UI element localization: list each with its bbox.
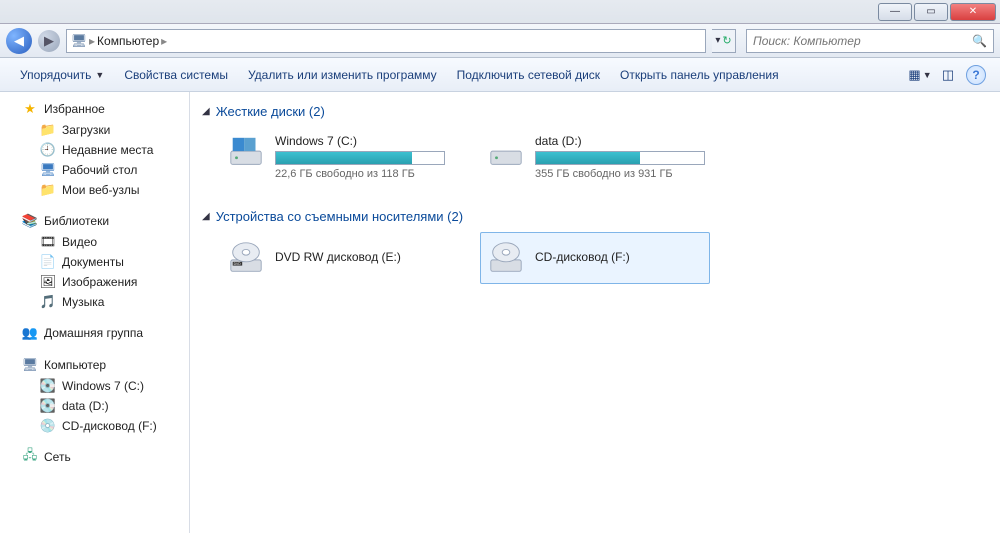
sidebar-item-recent[interactable]: 🕘Недавние места <box>0 140 189 160</box>
homegroup-icon: 👥 <box>22 325 38 341</box>
drive-d[interactable]: data (D:) 355 ГБ свободно из 931 ГБ <box>480 127 710 187</box>
disc-icon: 💿 <box>40 418 56 434</box>
sidebar-item-images[interactable]: 🖼Изображения <box>0 272 189 292</box>
search-box[interactable]: 🔍 <box>746 29 994 53</box>
drive-label: Windows 7 (C:) <box>275 134 445 151</box>
view-options-button[interactable]: ▦▼ <box>909 64 931 86</box>
sidebar-item-downloads[interactable]: 📁Загрузки <box>0 120 189 140</box>
content-pane: ◢ Жесткие диски (2) Windows 7 (C:) 22,6 … <box>190 92 1000 533</box>
breadcrumb-sep: ▸ <box>159 34 169 48</box>
drive-icon: 💽 <box>40 378 56 394</box>
chevron-down-icon: ▼ <box>95 70 104 80</box>
collapse-icon: ◢ <box>202 106 210 117</box>
cd-drive-icon <box>487 239 525 277</box>
libraries-group[interactable]: 📚Библиотеки <box>0 210 189 232</box>
open-control-panel-button[interactable]: Открыть панель управления <box>610 68 789 82</box>
drive-icon: 💽 <box>40 398 56 414</box>
homegroup-item[interactable]: 👥Домашняя группа <box>0 322 189 344</box>
sidebar-item-drive-f[interactable]: 💿CD-дисковод (F:) <box>0 416 189 436</box>
back-button[interactable]: ◀ <box>6 28 32 54</box>
map-network-drive-button[interactable]: Подключить сетевой диск <box>447 68 610 82</box>
folder-icon: 📁 <box>40 122 56 138</box>
window-titlebar: — ▭ ✕ <box>0 0 1000 24</box>
address-bar: ◀ ▶ 🖥 ▸ Компьютер ▸ ▾ ↻ 🔍 <box>0 24 1000 58</box>
network-icon: 🖧 <box>22 449 38 465</box>
help-button[interactable]: ? <box>965 64 987 86</box>
svg-text:DVD: DVD <box>234 262 242 266</box>
help-icon: ? <box>966 65 986 85</box>
command-bar: Упорядочить▼ Свойства системы Удалить ил… <box>0 58 1000 92</box>
computer-icon: 🖥 <box>22 357 38 373</box>
sidebar-item-documents[interactable]: 📄Документы <box>0 252 189 272</box>
breadcrumb-sep: ▸ <box>87 34 97 48</box>
removable-section[interactable]: ◢ Устройства со съемными носителями (2) <box>202 205 988 232</box>
refresh-icon: ↻ <box>722 34 731 47</box>
usage-bar <box>275 151 445 165</box>
close-button[interactable]: ✕ <box>950 3 996 21</box>
music-icon: 🎵 <box>40 294 56 310</box>
hard-drive-icon <box>227 134 265 172</box>
computer-group[interactable]: 🖥Компьютер <box>0 354 189 376</box>
sidebar-item-web[interactable]: 📁Мои веб-узлы <box>0 180 189 200</box>
chevron-down-icon: ▾ <box>715 35 720 46</box>
drive-f-cd[interactable]: CD-дисковод (F:) <box>480 232 710 284</box>
folder-icon: 📁 <box>40 182 56 198</box>
minimize-button[interactable]: — <box>878 3 912 21</box>
breadcrumb-item[interactable]: Компьютер <box>97 34 159 48</box>
sidebar-item-drive-c[interactable]: 💽Windows 7 (C:) <box>0 376 189 396</box>
sidebar-item-music[interactable]: 🎵Музыка <box>0 292 189 312</box>
sidebar-item-drive-d[interactable]: 💽data (D:) <box>0 396 189 416</box>
hard-drive-icon <box>487 134 525 172</box>
drive-c[interactable]: Windows 7 (C:) 22,6 ГБ свободно из 118 Г… <box>220 127 450 187</box>
recent-icon: 🕘 <box>40 142 56 158</box>
library-icon: 📚 <box>22 213 38 229</box>
maximize-button[interactable]: ▭ <box>914 3 948 21</box>
favorites-group[interactable]: ★Избранное <box>0 98 189 120</box>
video-icon: 🎞 <box>40 234 56 250</box>
hard-drives-section[interactable]: ◢ Жесткие диски (2) <box>202 100 988 127</box>
image-icon: 🖼 <box>40 274 56 290</box>
document-icon: 📄 <box>40 254 56 270</box>
uninstall-program-button[interactable]: Удалить или изменить программу <box>238 68 447 82</box>
drive-label: data (D:) <box>535 134 705 151</box>
sidebar-item-video[interactable]: 🎞Видео <box>0 232 189 252</box>
search-icon: 🔍 <box>972 34 987 48</box>
forward-button[interactable]: ▶ <box>38 30 60 52</box>
drive-label: CD-дисковод (F:) <box>535 250 630 267</box>
free-space-text: 355 ГБ свободно из 931 ГБ <box>535 168 705 180</box>
organize-menu[interactable]: Упорядочить▼ <box>10 68 114 82</box>
computer-icon: 🖥 <box>71 33 87 49</box>
pane-icon: ◫ <box>942 67 954 83</box>
refresh-button[interactable]: ▾ ↻ <box>712 29 736 53</box>
system-properties-button[interactable]: Свойства системы <box>114 68 238 82</box>
desktop-icon: 🖥 <box>40 162 56 178</box>
drive-e-dvd[interactable]: DVD DVD RW дисковод (E:) <box>220 232 450 284</box>
dvd-drive-icon: DVD <box>227 239 265 277</box>
breadcrumb[interactable]: 🖥 ▸ Компьютер ▸ <box>66 29 706 53</box>
network-item[interactable]: 🖧Сеть <box>0 446 189 468</box>
sidebar-item-desktop[interactable]: 🖥Рабочий стол <box>0 160 189 180</box>
free-space-text: 22,6 ГБ свободно из 118 ГБ <box>275 168 445 180</box>
preview-pane-button[interactable]: ◫ <box>937 64 959 86</box>
grid-icon: ▦ <box>908 67 920 83</box>
collapse-icon: ◢ <box>202 211 210 222</box>
drive-label: DVD RW дисковод (E:) <box>275 250 401 267</box>
navigation-pane: ★Избранное 📁Загрузки 🕘Недавние места 🖥Ра… <box>0 92 190 533</box>
search-input[interactable] <box>753 34 972 48</box>
chevron-down-icon: ▼ <box>923 70 932 80</box>
star-icon: ★ <box>22 101 38 117</box>
usage-bar <box>535 151 705 165</box>
